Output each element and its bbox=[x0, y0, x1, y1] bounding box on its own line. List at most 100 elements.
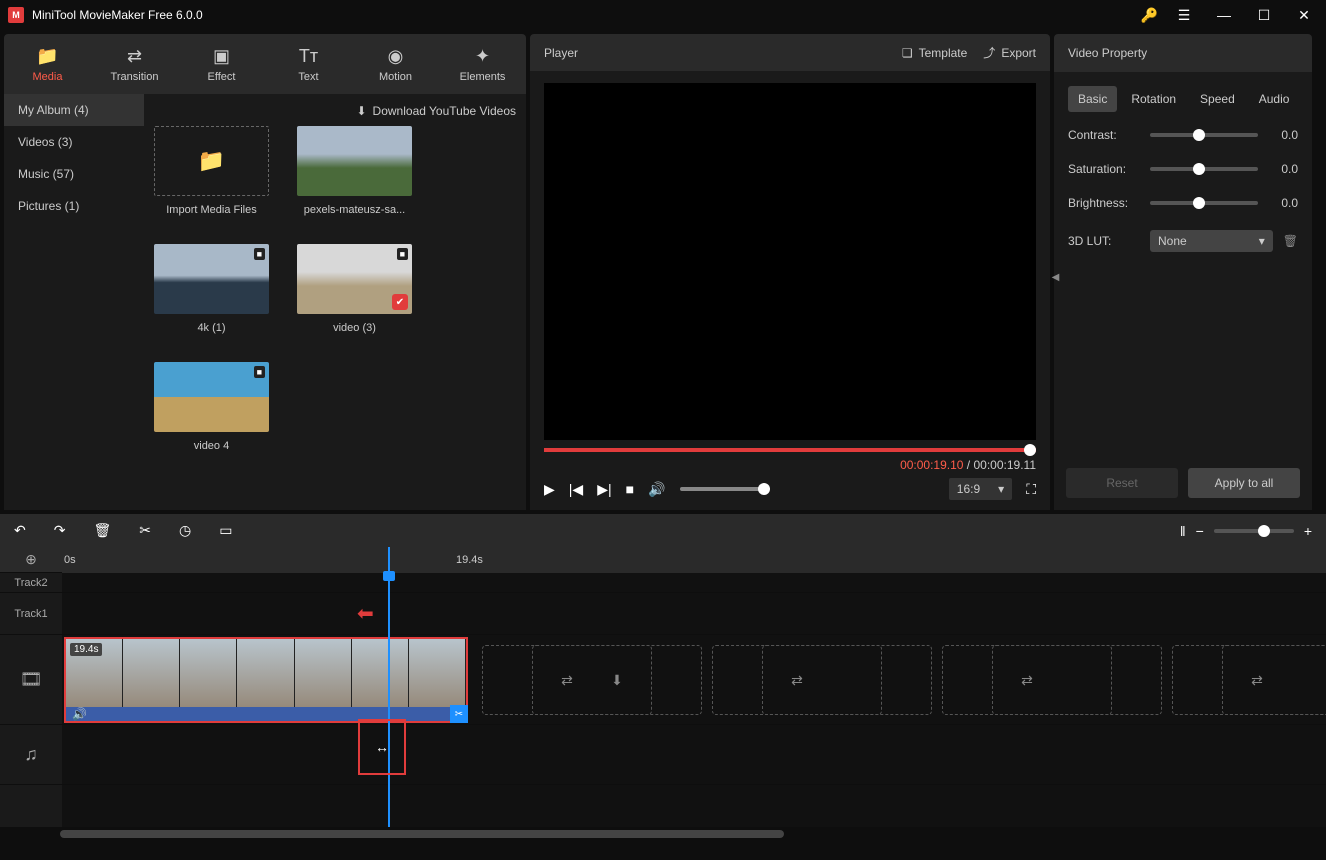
playhead-handle[interactable] bbox=[383, 571, 395, 581]
elements-icon: ✦ bbox=[475, 46, 490, 67]
play-button[interactable]: ▶ bbox=[544, 481, 555, 498]
prop-tab-audio[interactable]: Audio bbox=[1249, 86, 1300, 112]
stop-button[interactable]: ■ bbox=[626, 481, 634, 497]
zoom-slider[interactable] bbox=[1214, 529, 1294, 533]
volume-icon[interactable]: 🔊 bbox=[648, 481, 665, 498]
activation-key-icon[interactable]: 🔑 bbox=[1141, 7, 1158, 24]
media-thumb-2[interactable]: ■ 4k (1) bbox=[154, 244, 269, 334]
crop-button[interactable]: ▭ bbox=[219, 522, 232, 539]
aspect-ratio-select[interactable]: 16:9▾ bbox=[949, 478, 1012, 500]
prop-tab-rotation[interactable]: Rotation bbox=[1121, 86, 1186, 112]
timeline-ruler[interactable]: 0s 19.4s bbox=[62, 547, 1326, 573]
volume-handle[interactable] bbox=[758, 483, 770, 495]
undo-button[interactable]: ↶ bbox=[14, 522, 26, 539]
seek-handle[interactable] bbox=[1024, 444, 1036, 456]
property-title: Video Property bbox=[1054, 34, 1312, 72]
apply-all-button[interactable]: Apply to all bbox=[1188, 468, 1300, 498]
brightness-slider[interactable] bbox=[1150, 201, 1258, 205]
menu-icon[interactable]: ☰ bbox=[1170, 7, 1198, 24]
brightness-value: 0.0 bbox=[1268, 196, 1298, 210]
fullscreen-button[interactable]: ⛶ bbox=[1026, 481, 1036, 498]
saturation-handle[interactable] bbox=[1193, 163, 1205, 175]
zoom-in-button[interactable]: + bbox=[1304, 523, 1312, 539]
speaker-icon: 🔊 bbox=[72, 707, 87, 721]
media-sidebar: My Album (4) Videos (3) Music (57) Pictu… bbox=[4, 94, 144, 510]
sidebar-item-myalbum[interactable]: My Album (4) bbox=[4, 94, 144, 126]
lut-select[interactable]: None▾ bbox=[1150, 230, 1273, 252]
titlebar: M MiniTool MovieMaker Free 6.0.0 🔑 ☰ — ☐… bbox=[0, 0, 1326, 30]
collapse-panel-icon[interactable]: ◀ bbox=[1050, 272, 1061, 283]
tab-motion[interactable]: ◉Motion bbox=[352, 34, 439, 94]
prev-frame-button[interactable]: |◀ bbox=[569, 481, 583, 498]
template-button[interactable]: ❏Template bbox=[902, 46, 967, 60]
zoom-out-button[interactable]: − bbox=[1196, 523, 1204, 539]
tab-transition[interactable]: ⇄Transition bbox=[91, 34, 178, 94]
time-display: 00:00:19.10 / 00:00:19.11 bbox=[544, 458, 1036, 472]
drop-zone-6[interactable] bbox=[992, 645, 1162, 715]
next-frame-button[interactable]: ▶| bbox=[597, 481, 611, 498]
video-track[interactable]: 19.4s 🔊 ✂ ↔ ⇄ ⬇ ⇄ ⇄ ⇄ bbox=[62, 635, 1326, 725]
timeline-scrollbar[interactable] bbox=[0, 827, 1326, 841]
zoom-handle[interactable] bbox=[1258, 525, 1270, 537]
reset-button[interactable]: Reset bbox=[1066, 468, 1178, 498]
annotation-trim-cursor: ↔ bbox=[358, 719, 406, 775]
split-button[interactable]: ✂ bbox=[139, 522, 151, 539]
clip-audio-strip: 🔊 bbox=[66, 707, 466, 721]
video-badge-icon: ■ bbox=[254, 366, 265, 378]
contrast-slider[interactable] bbox=[1150, 133, 1258, 137]
volume-slider[interactable] bbox=[680, 487, 770, 491]
scrollbar-thumb[interactable] bbox=[60, 830, 784, 838]
video-track-icon: 🎞 bbox=[0, 635, 62, 725]
speed-button[interactable]: ◷ bbox=[179, 522, 191, 539]
track-1[interactable] bbox=[62, 593, 1326, 635]
tab-effect[interactable]: ▣Effect bbox=[178, 34, 265, 94]
used-check-icon: ✔ bbox=[392, 294, 408, 310]
video-clip[interactable]: 19.4s 🔊 ✂ bbox=[64, 637, 468, 723]
track-2[interactable] bbox=[62, 573, 1326, 593]
seek-bar[interactable] bbox=[544, 448, 1036, 452]
lut-label: 3D LUT: bbox=[1068, 234, 1140, 248]
tab-media[interactable]: 📁Media bbox=[4, 34, 91, 94]
contrast-handle[interactable] bbox=[1193, 129, 1205, 141]
sidebar-item-videos[interactable]: Videos (3) bbox=[4, 126, 144, 158]
export-button[interactable]: ⤴Export bbox=[983, 44, 1036, 61]
chevron-down-icon: ▾ bbox=[1259, 234, 1265, 248]
fit-zoom-icon[interactable]: ‖ bbox=[1180, 523, 1186, 539]
tab-text[interactable]: TᴛText bbox=[265, 34, 352, 94]
download-youtube-link[interactable]: ⬇ Download YouTube Videos bbox=[154, 100, 516, 126]
download-icon: ⬇ bbox=[356, 104, 366, 118]
delete-button[interactable]: 🗑 bbox=[93, 522, 111, 539]
drop-zone-4[interactable] bbox=[762, 645, 932, 715]
close-button[interactable]: ✕ bbox=[1290, 7, 1318, 24]
drop-zone-8[interactable] bbox=[1222, 645, 1326, 715]
track1-label: Track1 bbox=[0, 593, 62, 635]
brightness-handle[interactable] bbox=[1193, 197, 1205, 209]
saturation-value: 0.0 bbox=[1268, 162, 1298, 176]
audio-track[interactable] bbox=[62, 725, 1326, 785]
download-icon: ⬇ bbox=[611, 672, 623, 689]
audio-track-icon: ♫ bbox=[0, 725, 62, 785]
contrast-value: 0.0 bbox=[1268, 128, 1298, 142]
ruler-mark-1: 19.4s bbox=[456, 554, 483, 566]
drop-zone-2[interactable]: ⬇ bbox=[532, 645, 702, 715]
prop-tab-speed[interactable]: Speed bbox=[1190, 86, 1245, 112]
media-thumb-3[interactable]: ■✔ video (3) bbox=[297, 244, 412, 334]
media-thumb-1[interactable]: pexels-mateusz-sa... bbox=[297, 126, 412, 216]
prop-tab-basic[interactable]: Basic bbox=[1068, 86, 1117, 112]
player-title: Player bbox=[544, 46, 886, 60]
chevron-down-icon: ▾ bbox=[998, 482, 1004, 496]
delete-lut-icon[interactable]: 🗑 bbox=[1283, 234, 1298, 248]
import-media-button[interactable]: 📁 Import Media Files bbox=[154, 126, 269, 216]
saturation-slider[interactable] bbox=[1150, 167, 1258, 171]
effect-icon: ▣ bbox=[213, 46, 230, 67]
playhead[interactable] bbox=[388, 547, 390, 827]
media-thumb-4[interactable]: ■ video 4 bbox=[154, 362, 269, 452]
add-track-button[interactable]: ⊕ bbox=[0, 547, 62, 573]
redo-button[interactable]: ↷ bbox=[54, 522, 66, 539]
minimize-button[interactable]: — bbox=[1210, 7, 1238, 23]
sidebar-item-music[interactable]: Music (57) bbox=[4, 158, 144, 190]
tab-elements[interactable]: ✦Elements bbox=[439, 34, 526, 94]
sidebar-item-pictures[interactable]: Pictures (1) bbox=[4, 190, 144, 222]
clip-trim-handle[interactable]: ✂ bbox=[450, 705, 468, 723]
maximize-button[interactable]: ☐ bbox=[1250, 7, 1278, 24]
